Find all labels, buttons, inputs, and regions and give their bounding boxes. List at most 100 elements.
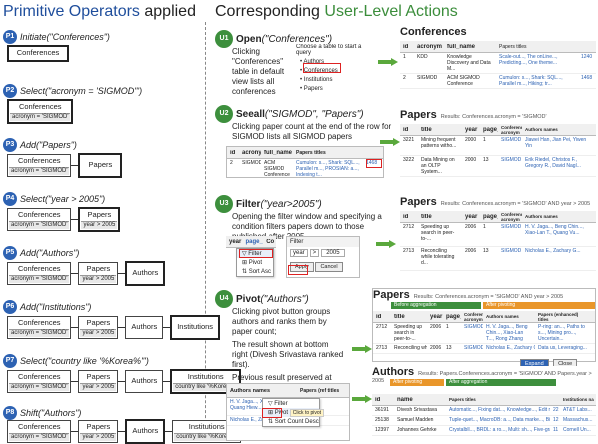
u1-result-panel: Conferences id acronym full_name Papers … [400,26,596,96]
u1-badge: U1 [215,30,233,48]
node-condition: acronym = 'SIGMOD' [9,166,70,175]
cell: Samuel Madden [397,417,434,423]
cell[interactable]: Jiawei Han, Jian Pei, Yiwen Yin [522,136,596,150]
menu-sort-asc[interactable]: ⇅ Sort Asc [237,267,273,276]
cell[interactable]: Cumulon: s..., Shark: SQL..., Parallel m… [496,74,578,88]
cell[interactable]: Data us, Leveraging... [535,344,593,352]
cell[interactable]: P-ring: an..., Paths to s..., Mining pro… [535,323,593,343]
u2-name: Seeall [236,108,265,120]
p7-label: Select("country like '%Korea%'") [20,355,149,366]
cell[interactable]: Cornell Un... [560,426,594,434]
left-title-suffix: applied [139,3,196,20]
conferences-node: Conferences acronym = 'SIGMOD' [7,208,72,231]
cell: 13 [446,345,452,351]
cell[interactable]: 11 [550,426,560,434]
u4-desc-1: Clicking pivot button groups authors and… [232,307,331,336]
menu-filter[interactable]: ▽ Filter [263,399,319,408]
cell[interactable]: Erik Riedel, Christos F., Gregory R., Da… [522,156,596,170]
node-text: Authors [131,375,158,385]
col-year: year [229,238,242,245]
table-row: 3221 Mining frequent patterns witho... 2… [400,136,596,156]
cell[interactable]: Cumulon: s..., Shark: SQL..., Parallel m… [293,159,363,177]
cell[interactable]: 12 [550,416,560,424]
menu-item-institutions[interactable]: • Institutions [300,76,376,85]
cell: Knowledge Discovery and Data M... [447,54,491,72]
cell: KDD [417,54,428,60]
menu-pivot[interactable]: ⊞ Pivot [237,258,273,267]
papers-node: Papers [78,153,123,178]
cell[interactable]: SIGMOD [498,223,522,231]
col-id: id [230,149,236,156]
filter-field[interactable]: year [290,249,308,257]
u2-panel-subtitle: Results: Conferences.acronym = 'SIGMOD' [440,114,547,120]
cell[interactable]: SIGMOD [498,156,522,164]
cell: 2006 [465,224,477,230]
authors-node: Authors [125,316,164,339]
mini-header: year page_ Co [226,236,276,248]
col-conference: Conference acronym [464,311,483,322]
col-name: name [397,396,413,403]
node-condition: year > 2005 [80,432,117,441]
link-line [71,326,79,328]
u3-result-panel: Papers Results: Conferences.acronym = 'SI… [400,196,596,282]
u1-table-header: id acronym full_name Papers titles [400,41,596,53]
menu-label: Filter [274,401,288,407]
col-authors: Authors names [486,314,519,319]
cell: 13 [483,157,489,163]
cell[interactable]: SIGMOD [461,323,483,331]
menu-item-papers[interactable]: • Papers [300,85,376,94]
u4-header: U4 Pivot("Authors") [215,290,309,308]
mini-header: id acronym full_name Papers titles [227,147,383,159]
cell: 25138 [375,417,389,423]
u2-desc: Clicking paper count at the end of the r… [232,122,392,141]
cancel-button[interactable]: Cancel [315,262,343,272]
cell[interactable]: Crystalbll..., BRDL: a ro..., Multi: sh.… [446,426,550,434]
node-text: Papers [86,318,111,328]
col-authors: Authors names [525,127,558,132]
cell: 2000 [465,137,477,143]
cell: 1 [403,54,406,60]
p2-chain: Conferences acronym = 'SIGMOD' [7,99,74,124]
u1-desc: Clicking "Conferences" table in default … [232,47,285,96]
cell[interactable]: Nicholas E., Zachary G... [522,247,596,255]
table-row: 2 SIGMOD ACM SIGMOD Conference Cumulon: … [227,159,383,177]
node-text: Authors [131,322,158,331]
filter-operator[interactable]: > [309,249,320,257]
cell: ACM SIGMOD Conference [447,75,480,87]
cell: 12397 [375,427,389,433]
menu-label: Sort Asc [248,269,272,275]
cell[interactable]: Nicholas E., Zachary G..., Querying d... [483,344,535,352]
paper-count[interactable]: 1240 [578,53,592,61]
col-id: id [403,126,409,133]
cell: SIGMOD [417,75,438,81]
conferences-node: Conferences acronym = 'SIGMOD' [7,154,72,177]
link-line [163,326,171,328]
cell[interactable]: SIGMOD [498,247,522,255]
node-text: Conferences [17,422,61,432]
cell[interactable]: AT&T Labs... [560,406,594,414]
cell[interactable]: Tuple-quet..., MacroDB: a..., Data marke… [446,416,550,424]
col-papers: Papers titles [499,43,527,50]
u1-menu-title: Choose a table to start a query [296,44,362,56]
cell[interactable]: Massachus... [560,416,594,424]
menu-sort-count-desc[interactable]: ⇅ Sort Count Desc [263,417,319,426]
link-line [71,380,79,382]
p7-chain: Conferences acronym = 'SIGMOD' Papers year… [7,369,242,394]
p3-badge: P3 [3,137,17,152]
cell[interactable]: H. V. Jaga..., Beng Chin..., Xiao-Lan T.… [483,323,535,343]
cell[interactable]: 22 [550,406,560,414]
col-page: page_ [245,238,263,245]
cell[interactable]: SIGMOD [461,344,483,352]
table-row: 2712 Speeding up search in peer-to-... 2… [373,323,595,344]
paper-count[interactable]: 1468 [578,74,592,82]
link-line [118,430,126,432]
cell[interactable]: Automatic..., Fixing dat..., Knowledge..… [446,406,550,414]
cell[interactable]: SIGMOD [498,136,522,144]
cell[interactable]: Scale-out..., The onLine..., Predicting.… [496,53,578,67]
cell[interactable]: H. V. Jaga..., Beng Chin..., Xiao-Lan T.… [522,223,596,237]
cell: 2000 [465,157,477,163]
node-text: Conferences [17,156,61,166]
filter-value-input[interactable]: 2005 [321,249,345,257]
col-full-name: full_name [264,149,293,156]
highlight-box [239,249,273,258]
